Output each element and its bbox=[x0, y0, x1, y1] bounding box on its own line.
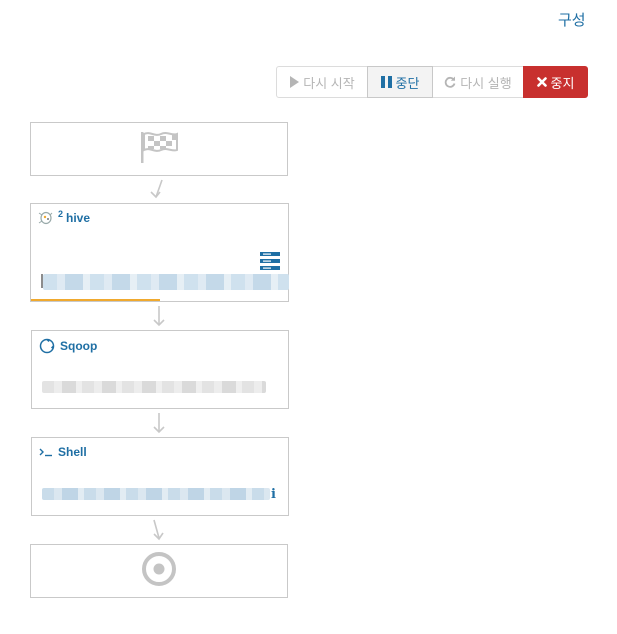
pause-icon bbox=[380, 76, 392, 88]
shell-node-title: Shell bbox=[58, 445, 87, 459]
hive-node-header: 2 hive bbox=[38, 209, 91, 225]
shell-job-detail-redacted bbox=[42, 488, 270, 500]
sqoop-node-header: Sqoop bbox=[39, 338, 97, 354]
hive-job-detail-redacted bbox=[43, 274, 289, 290]
kill-button[interactable]: 중지 bbox=[523, 66, 588, 98]
refresh-icon bbox=[444, 76, 456, 88]
rerun-label: 다시 시작 bbox=[303, 75, 355, 91]
flow-arrow bbox=[153, 306, 165, 327]
suspend-button[interactable]: 중단 bbox=[367, 66, 433, 98]
sqoop-node-title: Sqoop bbox=[60, 339, 98, 353]
start-node[interactable] bbox=[30, 122, 288, 176]
shell-node-header: Shell bbox=[39, 445, 87, 459]
kill-label: 중지 bbox=[550, 75, 575, 91]
flow-arrow bbox=[153, 519, 164, 541]
hive-node-title: hive bbox=[66, 211, 91, 225]
close-icon bbox=[536, 77, 547, 87]
rerun-button[interactable]: 다시 시작 bbox=[276, 66, 368, 98]
end-node[interactable] bbox=[30, 544, 288, 598]
terminal-icon bbox=[39, 447, 53, 457]
sqoop-node[interactable]: Sqoop bbox=[31, 330, 289, 409]
hive-icon bbox=[38, 211, 53, 225]
flow-arrow bbox=[150, 179, 163, 199]
hive-progress-bar bbox=[31, 299, 160, 301]
config-link[interactable]: 구성 bbox=[558, 9, 586, 30]
sqoop-icon bbox=[39, 338, 55, 354]
server-icon[interactable] bbox=[260, 251, 280, 276]
shell-node[interactable]: Shell i bbox=[31, 437, 289, 516]
target-icon bbox=[141, 551, 177, 592]
workflow-toolbar: 다시 시작 중단 다시 실행 중지 bbox=[276, 66, 588, 98]
resume-button[interactable]: 다시 실행 bbox=[432, 66, 524, 98]
flag-icon bbox=[139, 130, 179, 169]
info-icon[interactable]: i bbox=[271, 487, 276, 502]
play-icon bbox=[289, 76, 300, 88]
flow-arrow bbox=[153, 413, 165, 434]
hive-node[interactable]: 2 hive bbox=[30, 203, 289, 302]
suspend-label: 중단 bbox=[395, 75, 420, 91]
hive-badge: 2 bbox=[58, 209, 64, 219]
sqoop-job-detail-redacted bbox=[42, 381, 266, 393]
resume-label: 다시 실행 bbox=[460, 75, 512, 91]
